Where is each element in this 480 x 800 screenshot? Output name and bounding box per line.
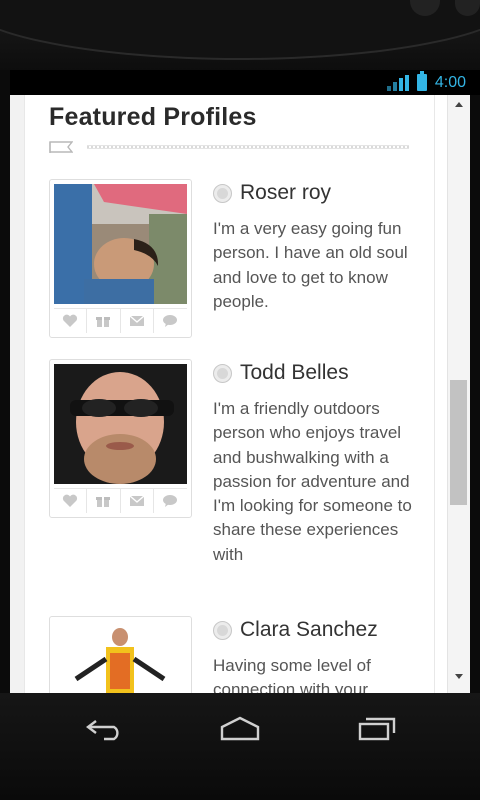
battery-icon <box>416 71 427 91</box>
heart-icon <box>63 314 78 327</box>
message-button[interactable] <box>121 309 154 333</box>
page-margin <box>10 95 24 693</box>
signal-icon <box>386 74 409 91</box>
online-status-icon <box>213 183 232 203</box>
like-button[interactable] <box>54 309 88 333</box>
heart-icon <box>63 494 78 507</box>
profile-bio: I'm a very easy going fun person. I have… <box>213 219 408 311</box>
chat-icon <box>163 315 178 327</box>
profile-photo[interactable] <box>54 364 187 484</box>
device-frame: 4:00 Featured Profiles Roser roy I'm a v… <box>0 0 480 800</box>
gift-icon <box>96 497 111 507</box>
like-button[interactable] <box>54 489 88 513</box>
scroll-down-arrow-icon[interactable] <box>455 674 463 679</box>
online-status-icon <box>213 620 232 640</box>
scrollbar-thumb[interactable] <box>450 380 467 505</box>
profile-bio: I'm a friendly outdoors person who enjoy… <box>213 399 412 564</box>
profile-photo[interactable] <box>54 184 187 304</box>
chat-button[interactable] <box>154 489 187 513</box>
home-button[interactable] <box>210 711 270 745</box>
system-nav-bar <box>0 693 480 800</box>
profile-photo-card[interactable] <box>49 359 192 518</box>
featured-profiles-panel[interactable]: Featured Profiles Roser roy I'm a very e… <box>24 95 435 693</box>
profile-info: Todd Belles I'm a friendly outdoors pers… <box>213 359 423 567</box>
mail-icon <box>129 495 145 506</box>
device-bezel-top <box>0 0 480 70</box>
profile-name[interactable]: Roser roy <box>240 181 331 205</box>
mail-icon <box>129 315 145 326</box>
gift-button[interactable] <box>87 489 121 513</box>
profile-actions <box>54 488 187 513</box>
profile-info: Roser roy I'm a very easy going fun pers… <box>213 179 423 314</box>
profile-name-row[interactable]: Todd Belles <box>213 359 423 387</box>
back-icon <box>86 720 119 741</box>
profile-photo-card[interactable] <box>49 616 192 693</box>
gift-button[interactable] <box>87 309 121 333</box>
scrollbar[interactable] <box>447 95 470 693</box>
status-time: 4:00 <box>434 73 466 91</box>
profile-photo[interactable] <box>54 621 187 693</box>
recent-apps-button[interactable] <box>346 711 406 745</box>
status-bar: 4:00 <box>10 70 480 95</box>
recent-apps-icon <box>358 717 396 741</box>
profile-name[interactable]: Todd Belles <box>240 361 349 385</box>
online-status-icon <box>213 363 232 383</box>
chat-icon <box>163 495 178 507</box>
message-button[interactable] <box>121 489 154 513</box>
dotted-rule <box>87 145 409 149</box>
title-divider <box>49 141 409 153</box>
profile-name-row[interactable]: Clara Sanchez <box>213 616 423 644</box>
profile-name-row[interactable]: Roser roy <box>213 179 423 207</box>
profile-bio: Having some level of connection with you… <box>213 656 371 693</box>
gift-icon <box>96 317 111 327</box>
app-screen: Featured Profiles Roser roy I'm a very e… <box>10 95 470 693</box>
scroll-up-arrow-icon[interactable] <box>455 102 463 107</box>
back-button[interactable] <box>76 711 136 745</box>
profile-info: Clara Sanchez Having some level of conne… <box>213 616 423 693</box>
profile-actions <box>54 308 187 333</box>
flag-icon <box>49 141 73 153</box>
home-icon <box>220 716 260 741</box>
profile-name[interactable]: Clara Sanchez <box>240 618 378 642</box>
profile-photo-card[interactable] <box>49 179 192 338</box>
section-title: Featured Profiles <box>49 103 257 131</box>
chat-button[interactable] <box>154 309 187 333</box>
